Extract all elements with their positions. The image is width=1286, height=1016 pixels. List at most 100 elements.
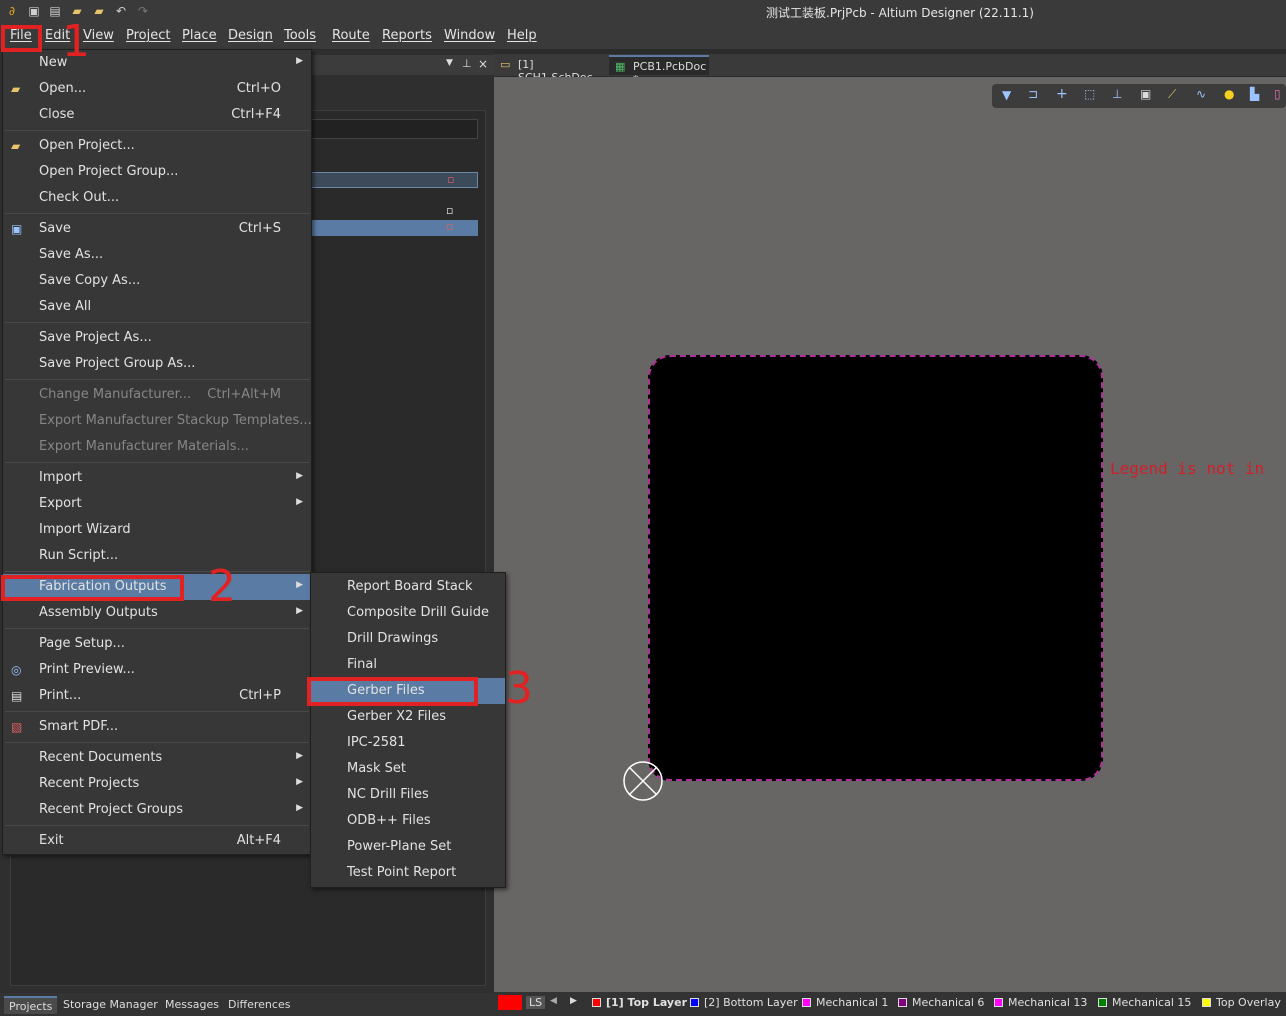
menu-item-shortcut: Ctrl+F4 (231, 107, 281, 122)
menu-item-close[interactable]: Close Ctrl+F4 (3, 102, 311, 128)
layer-tab-top-layer[interactable]: [1] Top Layer (592, 996, 687, 1009)
menu-item-report-board-stack[interactable]: Report Board Stack (311, 574, 505, 600)
layer-tab-mechanical-13[interactable]: Mechanical 13 (994, 996, 1087, 1009)
menu-item-test-point-report[interactable]: Test Point Report (311, 860, 505, 886)
submenu-arrow-icon: ▶ (296, 471, 303, 481)
menu-item-export[interactable]: Export ▶ (3, 491, 311, 517)
menu-item-composite-drill-guide[interactable]: Composite Drill Guide (311, 600, 505, 626)
submenu-arrow-icon: ▶ (296, 606, 303, 616)
menu-item-label: Recent Projects (39, 776, 140, 791)
layer-tab-mechanical-1[interactable]: Mechanical 1 (802, 996, 888, 1009)
menu-item-print[interactable]: ▤ Print... Ctrl+P (3, 683, 311, 709)
tab-storage-manager[interactable]: Storage Manager (58, 996, 163, 1014)
menu-item-page-setup[interactable]: Page Setup... (3, 631, 311, 657)
menu-item-power-plane-set[interactable]: Power-Plane Set (311, 834, 505, 860)
menu-item-drill-drawings[interactable]: Drill Drawings (311, 626, 505, 652)
add-icon[interactable]: + (1056, 86, 1068, 102)
tab-differences[interactable]: Differences (223, 996, 295, 1014)
menu-item-recent-project-groups[interactable]: Recent Project Groups ▶ (3, 797, 311, 823)
modified-doc-icon: ▫ (446, 220, 454, 233)
menu-item-new[interactable]: New ▶ (3, 50, 311, 76)
menu-project[interactable]: Project (126, 28, 170, 46)
menu-item-gerber-x2-files[interactable]: Gerber X2 Files (311, 704, 505, 730)
tab-messages[interactable]: Messages (160, 996, 224, 1014)
tab-projects[interactable]: Projects (4, 996, 58, 1014)
pin-icon[interactable]: ⊥ (462, 57, 472, 70)
menu-item-import[interactable]: Import ▶ (3, 465, 311, 491)
layer-tab-top-overlay[interactable]: Top Overlay (1202, 996, 1281, 1009)
menu-item-ipc-2581[interactable]: IPC-2581 (311, 730, 505, 756)
menu-item-label: Drill Drawings (347, 631, 439, 646)
menu-item-mask-set[interactable]: Mask Set (311, 756, 505, 782)
menu-place[interactable]: Place (182, 28, 217, 46)
annotation-box-file (1, 25, 42, 52)
layer-tab-mechanical-15[interactable]: Mechanical 15 (1098, 996, 1191, 1009)
menu-item-save[interactable]: ▣ Save Ctrl+S (3, 216, 311, 242)
layer-tab-bottom-layer[interactable]: [2] Bottom Layer (690, 996, 798, 1009)
menu-item-final[interactable]: Final (311, 652, 505, 678)
length-tuning-icon[interactable]: ∿ (1196, 87, 1206, 101)
menu-window[interactable]: Window (444, 28, 495, 46)
document-tabs: ▭ [1] SCH1.SchDoc ▦ PCB1.PcbDoc * (494, 54, 1286, 86)
menu-design[interactable]: Design (228, 28, 273, 46)
menu-item-save-project-group-as[interactable]: Save Project Group As... (3, 351, 311, 377)
tree-item-active[interactable]: ▫ (310, 220, 478, 236)
layer-set-button[interactable]: LS (526, 996, 546, 1009)
polygon-icon[interactable]: ▙ (1250, 87, 1259, 101)
text-icon[interactable]: ▯ (1274, 87, 1281, 101)
submenu-arrow-icon: ▶ (296, 580, 303, 590)
scroll-right-icon[interactable]: ▶ (570, 996, 577, 1006)
menu-item-open-project-group[interactable]: Open Project Group... (3, 159, 311, 185)
place-icon[interactable]: ● (1224, 87, 1234, 101)
menu-help[interactable]: Help (507, 28, 537, 46)
interactive-routing-icon[interactable]: ⊐ (1028, 87, 1038, 101)
menu-item-save-project-as[interactable]: Save Project As... (3, 325, 311, 351)
menu-reports[interactable]: Reports (382, 28, 432, 46)
menu-item-save-all[interactable]: Save All (3, 294, 311, 320)
menu-item-recent-documents[interactable]: Recent Documents ▶ (3, 745, 311, 771)
panel-search-field[interactable] (310, 119, 478, 139)
annotation-step-1: 1 (62, 16, 90, 67)
menu-item-smart-pdf[interactable]: ▧ Smart PDF... (3, 714, 311, 740)
align-icon[interactable]: ⊥ (1112, 87, 1122, 101)
menu-item-label: Export Manufacturer Stackup Templates... (39, 413, 312, 428)
tree-item-selected[interactable]: ▫ (310, 172, 478, 188)
route-icon[interactable]: ⟋ (1168, 87, 1176, 102)
tab-pcb1[interactable]: ▦ PCB1.PcbDoc * (609, 55, 709, 86)
menu-item-save-as[interactable]: Save As... (3, 242, 311, 268)
menu-item-label: Report Board Stack (347, 579, 473, 594)
component-icon[interactable]: ▣ (1140, 87, 1151, 101)
layer-tab-mechanical-6[interactable]: Mechanical 6 (898, 996, 984, 1009)
menu-route[interactable]: Route (332, 28, 370, 46)
menu-item-label: ODB++ Files (347, 813, 431, 828)
menu-item-exit[interactable]: Exit Alt+F4 (3, 828, 311, 854)
menu-item-import-wizard[interactable]: Import Wizard (3, 517, 311, 543)
menu-item-odb-files[interactable]: ODB++ Files (311, 808, 505, 834)
select-icon[interactable]: ⬚ (1084, 87, 1095, 101)
tab-sch1[interactable]: ▭ [1] SCH1.SchDoc (494, 55, 608, 84)
fabrication-outputs-submenu: Report Board Stack Composite Drill Guide… (310, 572, 506, 888)
menu-item-label: Print Preview... (39, 662, 135, 677)
menu-item-open[interactable]: ▰ Open... Ctrl+O (3, 76, 311, 102)
menu-item-recent-projects[interactable]: Recent Projects ▶ (3, 771, 311, 797)
menu-tools[interactable]: Tools (284, 28, 316, 46)
filter-icon[interactable]: ▼ (1002, 88, 1011, 102)
menu-item-run-script[interactable]: Run Script... (3, 543, 311, 569)
menu-item-print-preview[interactable]: ◎ Print Preview... (3, 657, 311, 683)
menu-separator (5, 322, 309, 323)
menu-item-nc-drill-files[interactable]: NC Drill Files (311, 782, 505, 808)
close-icon[interactable]: × (478, 57, 488, 71)
scroll-left-icon[interactable]: ◀ (550, 996, 557, 1006)
menu-item-assembly-outputs[interactable]: Assembly Outputs ▶ (3, 600, 311, 626)
menu-item-check-out[interactable]: Check Out... (3, 185, 311, 211)
menu-item-label: Close (39, 107, 75, 122)
origin-marker-icon (623, 761, 663, 801)
print-preview-icon: ◎ (11, 663, 22, 677)
current-layer-swatch[interactable] (498, 995, 522, 1010)
menu-item-open-project[interactable]: ▰ Open Project... (3, 133, 311, 159)
panel-menu-icon[interactable]: ▼ (446, 58, 453, 68)
submenu-arrow-icon: ▶ (296, 751, 303, 761)
menu-item-save-copy-as[interactable]: Save Copy As... (3, 268, 311, 294)
menu-item-label: Export Manufacturer Materials... (39, 439, 249, 454)
open-folder-icon: ▰ (11, 82, 21, 96)
